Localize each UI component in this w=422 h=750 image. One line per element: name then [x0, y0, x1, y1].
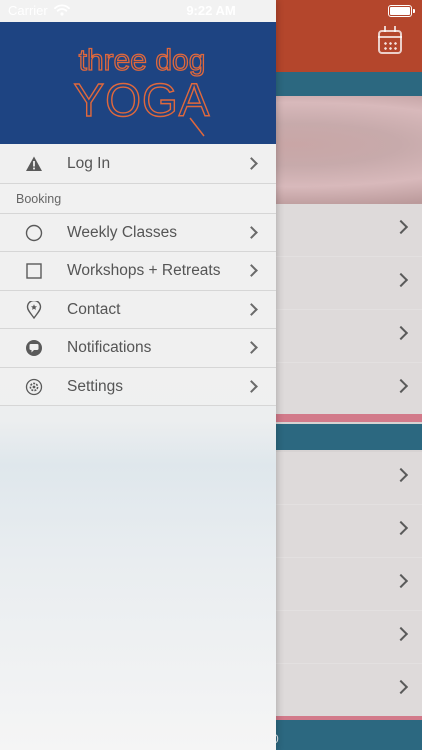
circle-icon: [25, 224, 43, 241]
section-header-label: Booking: [16, 191, 62, 206]
calendar-icon[interactable]: [378, 26, 402, 54]
chevron-right-icon: [393, 272, 409, 288]
menu-item-contact[interactable]: Contact: [0, 290, 276, 329]
chevron-right-icon: [393, 467, 409, 483]
chevron-right-icon: [245, 341, 258, 354]
warning-icon: [26, 156, 42, 171]
status-bar: Carrier 9:22 AM: [0, 0, 422, 22]
chevron-right-icon: [245, 225, 258, 239]
chevron-right-icon: [245, 264, 258, 277]
drawer-menu: Log In Booking Weekly Classes Workshops …: [0, 145, 276, 406]
section-header-booking: Booking: [0, 183, 276, 214]
chevron-right-icon: [393, 679, 409, 695]
drawer-header: three dog YOGA: [0, 22, 276, 144]
menu-item-notifications[interactable]: Notifications: [0, 329, 276, 368]
menu-item-label: Workshops + Retreats: [67, 262, 221, 279]
menu-item-settings[interactable]: Settings: [0, 367, 276, 406]
gear-icon: [25, 378, 43, 395]
chevron-right-icon: [393, 219, 409, 235]
menu-item-label: Notifications: [67, 339, 152, 356]
square-icon: [26, 263, 42, 279]
chevron-right-icon: [245, 302, 258, 316]
chevron-right-icon: [393, 573, 409, 589]
menu-item-workshops-retreats[interactable]: Workshops + Retreats: [0, 252, 276, 291]
chat-bubble-icon: [26, 340, 42, 356]
chevron-right-icon: [393, 520, 409, 536]
side-drawer: three dog YOGA Log In Booking Weekly Cla…: [0, 0, 276, 750]
menu-item-weekly-classes[interactable]: Weekly Classes: [0, 213, 276, 252]
chevron-right-icon: [393, 626, 409, 642]
clock: 9:22 AM: [186, 3, 236, 18]
chevron-right-icon: [245, 379, 258, 393]
battery-icon: [388, 5, 415, 17]
menu-item-label: Settings: [67, 377, 124, 395]
menu-item-label: Weekly Classes: [67, 223, 177, 241]
menu-item-label: Contact: [67, 300, 121, 318]
menu-item-label: Log In: [67, 155, 111, 172]
menu-item-login[interactable]: Log In: [0, 145, 276, 184]
location-pin-icon: [26, 300, 42, 319]
three-dog-yoga-logo: three dog YOGA: [73, 43, 210, 137]
chevron-right-icon: [393, 325, 409, 341]
chevron-right-icon: [245, 157, 258, 170]
chevron-right-icon: [393, 378, 409, 394]
logo-line1: three dog: [79, 44, 206, 77]
